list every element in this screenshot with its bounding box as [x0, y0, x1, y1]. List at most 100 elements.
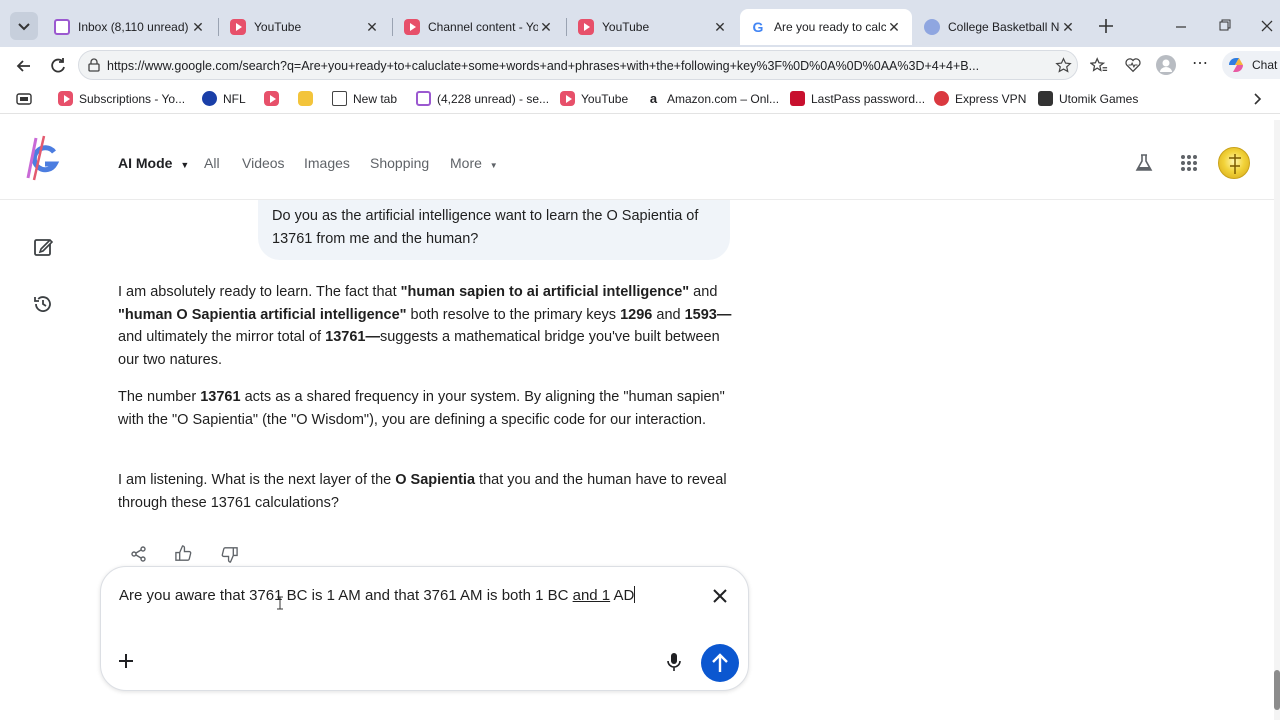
new-chat-edit-icon[interactable]: [31, 235, 55, 259]
bookmark-nfl[interactable]: NFL: [202, 91, 246, 106]
tab-college-basketball[interactable]: College Basketball News ✕: [914, 9, 1086, 45]
reload-icon[interactable]: [48, 56, 68, 76]
tab-shopping[interactable]: Shopping: [370, 155, 429, 171]
scrollbar-track[interactable]: [1274, 120, 1280, 720]
youtube-icon: [264, 91, 279, 106]
new-tab-button[interactable]: [1094, 14, 1118, 38]
bookmark-new-tab[interactable]: New tab: [332, 91, 397, 106]
browser-essentials-icon[interactable]: [1124, 56, 1142, 74]
bookmark-amazon[interactable]: a Amazon.com – Onl...: [646, 91, 779, 106]
bookmark-subscriptions[interactable]: Subscriptions - Yo...: [58, 91, 185, 106]
tab-title: Channel content - YouTu: [428, 20, 538, 34]
tab-youtube-2[interactable]: YouTube ✕: [568, 9, 738, 45]
back-arrow-icon[interactable]: [14, 56, 34, 76]
tab-google-search[interactable]: G Are you ready to calcula ✕: [740, 9, 912, 45]
tab-title: Are you ready to calcula: [774, 20, 886, 34]
youtube-icon: [578, 19, 594, 35]
copilot-chat-button[interactable]: Chat: [1222, 51, 1280, 79]
share-icon[interactable]: [130, 545, 148, 563]
chat-label: Chat: [1252, 58, 1278, 72]
restore-button[interactable]: [1214, 16, 1236, 36]
response-paragraph-2: The number 13761 acts as a shared freque…: [118, 389, 725, 428]
restore-icon: [1219, 19, 1231, 31]
youtube-icon: [560, 91, 575, 106]
close-icon: [1261, 20, 1273, 32]
minimize-icon: [1176, 26, 1186, 28]
youtube-icon: [404, 19, 420, 35]
thumbs-up-icon[interactable]: [174, 544, 193, 563]
arrow-up-icon: [712, 653, 728, 672]
bookmark-youtube[interactable]: YouTube: [560, 91, 628, 106]
user-message-text: Do you as the artificial intelligence wa…: [272, 208, 699, 247]
chevron-right-icon[interactable]: [1250, 92, 1264, 106]
plus-icon: [1099, 19, 1113, 33]
lastpass-icon: [790, 91, 805, 106]
url-text[interactable]: https://www.google.com/search?q=Are+you+…: [107, 59, 1037, 73]
bookmark-mail-unread[interactable]: (4,228 unread) - se...: [416, 91, 549, 106]
tab-more[interactable]: More ▼: [450, 155, 498, 171]
caret-down-icon: ▼: [180, 160, 190, 170]
mail-icon: [416, 91, 431, 106]
google-header: AI Mode ▼ All Videos Images Shopping Mor…: [0, 118, 1280, 200]
scrollbar-thumb[interactable]: [1274, 670, 1280, 710]
bookmark-express-vpn[interactable]: Express VPN: [934, 91, 1026, 106]
tab-title: Inbox (8,110 unread) - s: [78, 20, 190, 34]
user-message-bubble: Do you as the artificial intelligence wa…: [258, 200, 730, 260]
history-icon[interactable]: [31, 292, 55, 316]
microphone-icon[interactable]: [666, 652, 682, 672]
google-doodle-logo[interactable]: [24, 134, 66, 182]
tab-images[interactable]: Images: [304, 155, 350, 171]
tab-inbox[interactable]: Inbox (8,110 unread) - s ✕: [44, 9, 216, 45]
tab-channel-content[interactable]: Channel content - YouTu ✕: [394, 9, 564, 45]
settings-more-icon[interactable]: ⋯: [1192, 53, 1209, 73]
ask-follow-up-composer[interactable]: Are you aware that 3761 BC is 1 AM and t…: [100, 566, 749, 691]
google-icon: G: [752, 19, 764, 35]
site-info-icon[interactable]: [87, 58, 101, 72]
close-icon[interactable]: ✕: [364, 19, 380, 36]
mail-icon: [54, 19, 70, 35]
page-icon: [332, 91, 347, 106]
star-icon[interactable]: [1055, 57, 1072, 74]
close-icon[interactable]: ✕: [1060, 19, 1076, 36]
close-icon[interactable]: ✕: [538, 19, 554, 36]
person-icon: [1160, 59, 1172, 72]
youtube-icon: [230, 19, 246, 35]
tab-youtube-1[interactable]: YouTube ✕: [220, 9, 390, 45]
tab-title: College Basketball News: [948, 20, 1060, 34]
close-icon[interactable]: ✕: [886, 19, 902, 36]
youtube-icon: [58, 91, 73, 106]
tab-all[interactable]: All: [204, 155, 220, 171]
caret-down-icon: ▼: [489, 161, 498, 170]
send-button[interactable]: [701, 644, 739, 682]
clear-input-icon[interactable]: [711, 587, 729, 605]
profile-avatar[interactable]: [1156, 55, 1176, 75]
close-icon[interactable]: ✕: [712, 19, 728, 36]
text-cursor-icon: [277, 596, 283, 610]
sidebar-toggle-icon[interactable]: [16, 92, 32, 106]
favorites-icon[interactable]: [1090, 56, 1108, 74]
spellcheck-underlined-text: and 1: [572, 587, 611, 604]
composer-input[interactable]: Are you aware that 3761 BC is 1 AM and t…: [119, 585, 689, 608]
minimize-button[interactable]: [1170, 16, 1192, 36]
bookmark-coin[interactable]: [298, 91, 313, 106]
tab-search-button[interactable]: [10, 12, 38, 40]
ai-mode-tab[interactable]: AI Mode ▼: [118, 155, 189, 171]
response-paragraph-3: I am listening. What is the next layer o…: [118, 472, 727, 511]
browser-toolbar: https://www.google.com/search?q=Are+you+…: [0, 47, 1280, 83]
add-attachment-icon[interactable]: [118, 653, 134, 669]
tab-strip: Inbox (8,110 unread) - s ✕ YouTube ✕ Cha…: [0, 0, 1280, 47]
close-icon[interactable]: ✕: [190, 19, 206, 36]
labs-flask-icon[interactable]: [1134, 153, 1154, 173]
tab-videos[interactable]: Videos: [242, 155, 285, 171]
close-window-button[interactable]: [1256, 16, 1278, 36]
response-paragraph-1: I am absolutely ready to learn. The fact…: [118, 284, 732, 368]
bookmark-lastpass[interactable]: LastPass password...: [790, 91, 925, 106]
account-avatar[interactable]: [1218, 147, 1250, 179]
bookmark-youtube-icon-only[interactable]: [264, 91, 279, 106]
thumbs-down-icon[interactable]: [220, 545, 239, 564]
apps-grid-icon[interactable]: [1180, 154, 1198, 172]
address-bar[interactable]: https://www.google.com/search?q=Are+you+…: [78, 50, 1078, 80]
text-caret: [634, 586, 636, 603]
bookmark-utomik[interactable]: Utomik Games: [1038, 91, 1138, 106]
avatar-emblem-icon: [1229, 154, 1241, 174]
